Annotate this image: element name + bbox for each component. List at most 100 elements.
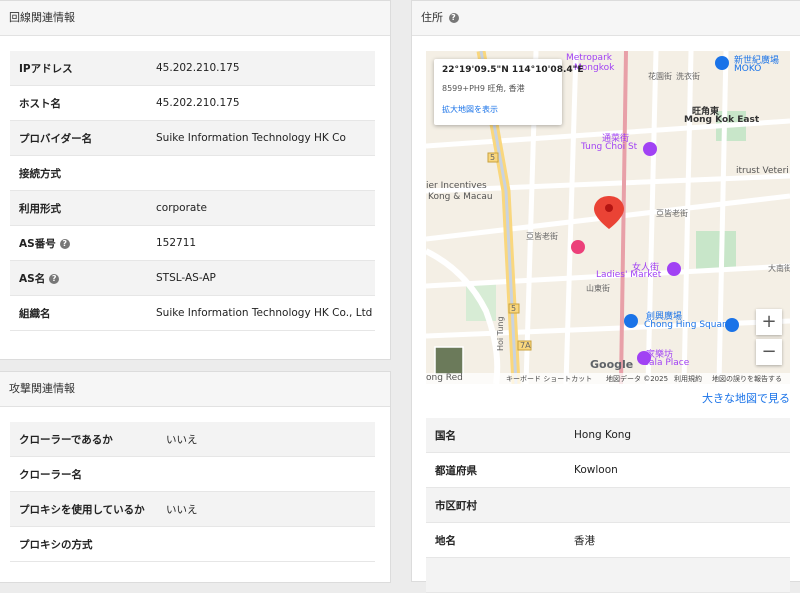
row-label-cell: IPアドレス [10, 51, 156, 86]
row-label: AS名 [19, 272, 46, 285]
row-value: 45.202.210.175 [156, 85, 375, 121]
row-value [166, 526, 375, 562]
map-label-moko: MOKO [734, 64, 762, 74]
location-map[interactable]: Metropark Mongkok 新世紀廣場 MOKO 旺角東 Mong Ko… [426, 51, 790, 384]
keyboard-shortcuts-link[interactable]: キーボード ショートカット [506, 374, 592, 384]
network-info-panel: 回線関連情報 IPアドレス 45.202.210.175 ホスト名 45.202.21… [0, 0, 391, 360]
row-label-cell: 利用形式 [10, 190, 156, 226]
row-label-cell: クローラー名 [10, 456, 166, 492]
row-label: クローラー名 [19, 468, 82, 481]
row-value: corporate [156, 190, 375, 226]
table-row: クローラーであるか いいえ [10, 422, 375, 457]
row-value: 45.202.210.175 [156, 51, 375, 86]
row-value: 香港 [574, 522, 790, 558]
table-row: プロキシを使用しているか いいえ [10, 491, 375, 527]
row-value: Suike Information Technology HK Co [156, 120, 375, 156]
row-value: Suike Information Technology HK Co., Ltd [156, 295, 375, 331]
google-logo: Google [590, 358, 634, 371]
table-row: 地名 香港 [426, 522, 790, 558]
table-row: AS名? STSL-AS-AP [10, 260, 375, 296]
attack-info-table: クローラーであるか いいえ クローラー名 プロキシを使用しているか いいえ プロキシの方式 [10, 422, 375, 562]
row-label: IPアドレス [19, 62, 73, 75]
pink-poi-icon[interactable] [571, 240, 585, 254]
help-icon[interactable]: ? [448, 13, 459, 23]
row-value [156, 155, 375, 191]
row-label-cell: AS名? [10, 260, 156, 296]
row-value: Hong Kong [574, 418, 790, 453]
row-value: いいえ [166, 422, 375, 457]
table-row: 国名 Hong Kong [426, 418, 790, 453]
map-label-kong-macau: Kong & Macau [428, 192, 493, 202]
table-row: 接続方式 [10, 155, 375, 191]
row-label: 組織名 [19, 307, 51, 320]
row-label-cell: プロキシを使用しているか [10, 491, 166, 527]
table-row [426, 557, 790, 593]
row-label: プロキシを使用しているか [19, 503, 145, 516]
row-label-cell: プロキシの方式 [10, 526, 166, 562]
map-label-ladies-market: Ladies' Market [596, 270, 662, 280]
map-label-mong-kok-east: Mong Kok East [684, 115, 760, 125]
zoom-out-button[interactable]: − [756, 339, 782, 365]
address-title-text: 住所 [421, 11, 443, 24]
shopping-poi-icon[interactable] [667, 262, 681, 276]
row-value: STSL-AS-AP [156, 260, 375, 296]
park-area [696, 231, 736, 271]
map-label-hoi-tung: Hoi Tung [496, 316, 505, 351]
map-label-chong-hing: Chong Hing Square [644, 320, 732, 330]
table-row: 都道府県 Kowloon [426, 452, 790, 488]
map-label-shantung: 山東街 [586, 284, 610, 293]
row-label-cell: 組織名 [10, 295, 156, 331]
map-label-incentives: ier Incentives [426, 181, 487, 191]
table-row: プロキシの方式 [10, 526, 375, 562]
map-plus-code: 8599+PH9 旺角, 香港 [442, 84, 525, 93]
row-value [574, 557, 790, 593]
address-table: 国名 Hong Kong 都道府県 Kowloon 市区町村地名 香港 [426, 418, 790, 593]
row-label-cell: 地名 [426, 522, 574, 558]
row-label-cell: ホスト名 [10, 85, 156, 121]
map-label-tai-nan: 大南街 [768, 264, 790, 273]
row-label: 地名 [435, 534, 456, 547]
table-row: 組織名 Suike Information Technology HK Co., … [10, 295, 375, 331]
zoom-in-button[interactable]: + [756, 309, 782, 335]
network-info-title: 回線関連情報 [0, 1, 390, 36]
satellite-thumbnail[interactable] [434, 346, 464, 376]
enlarge-map-link[interactable]: 拡大地図を表示 [442, 104, 554, 115]
network-info-table: IPアドレス 45.202.210.175 ホスト名 45.202.210.175 プロ… [10, 51, 375, 331]
row-label: クローラーであるか [19, 433, 113, 446]
report-error-link[interactable]: 地図の誤りを報告する [712, 374, 782, 384]
map-label-yasan-2: 亞皆老街 [526, 232, 558, 241]
map-label-itrust: itrust Veteri [736, 166, 789, 176]
map-info-popup: 22°19'09.5"N 114°10'08.4"E 8599+PH9 旺角, … [434, 59, 583, 125]
map-label-sai-kung: 洗衣街 [676, 72, 700, 81]
row-label-cell: 国名 [426, 418, 574, 453]
row-label: AS番号 [19, 237, 56, 250]
table-row: 市区町村 [426, 487, 790, 523]
terms-link[interactable]: 利用規約 [674, 374, 702, 384]
help-icon[interactable]: ? [59, 238, 70, 249]
table-row: プロバイダー名 Suike Information Technology HK C… [10, 120, 375, 156]
bigger-map-link[interactable]: 大きな地図で見る [702, 390, 790, 406]
address-title: 住所 ? [412, 1, 800, 36]
table-row: 利用形式 corporate [10, 190, 375, 226]
map-label-tung-choi: Tung Choi St [581, 142, 638, 152]
map-label-yasan: 亞皆老街 [656, 209, 688, 218]
row-value: Kowloon [574, 452, 790, 488]
map-label-fa-yuen: 花園街 [648, 72, 672, 81]
row-label-cell: 都道府県 [426, 452, 574, 488]
map-label-gala: Gala Place [642, 358, 690, 368]
map-label-hong-red: ong Red [426, 373, 463, 383]
table-row: IPアドレス 45.202.210.175 [10, 51, 375, 86]
shopping-poi-icon[interactable] [643, 142, 657, 156]
row-label-cell: AS番号? [10, 225, 156, 261]
transit-poi-icon[interactable] [624, 314, 638, 328]
row-label: 都道府県 [435, 464, 477, 477]
row-label: プロキシの方式 [19, 538, 93, 551]
help-icon[interactable]: ? [49, 273, 60, 284]
row-label: ホスト名 [19, 97, 61, 110]
map-label-metropark: Metropark [566, 53, 612, 63]
row-value: 152711 [156, 225, 375, 261]
transit-poi-icon[interactable] [715, 56, 729, 70]
row-label-cell [426, 557, 574, 593]
route-5-label: 5 [490, 153, 496, 162]
attack-info-panel: 攻撃関連情報 クローラーであるか いいえ クローラー名 プロキシを使用しているか いいえ… [0, 371, 391, 583]
